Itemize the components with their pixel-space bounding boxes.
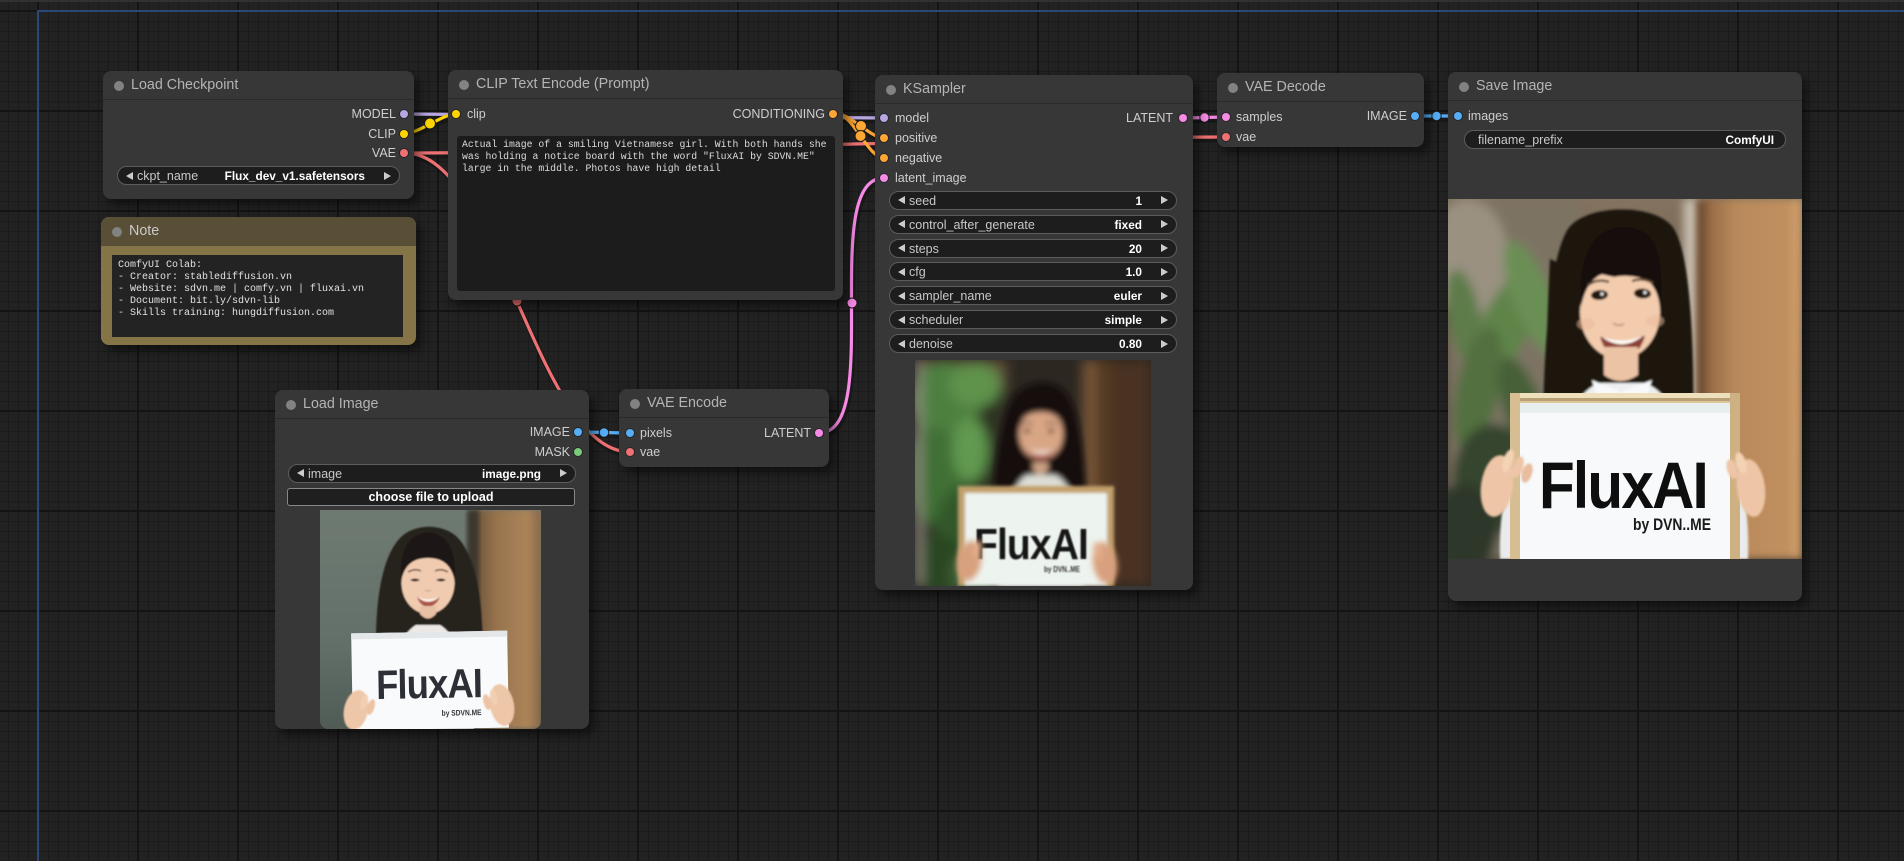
svg-text:by SDVN.ME: by SDVN.ME (442, 708, 483, 718)
svg-text:FluxAI: FluxAI (376, 660, 483, 708)
svg-text:FluxAI: FluxAI (1539, 448, 1707, 522)
svg-text:FluxAI: FluxAI (974, 520, 1088, 569)
svg-text:by DVN..ME: by DVN..ME (1633, 515, 1711, 534)
svg-text:by DVN..ME: by DVN..ME (1044, 565, 1081, 574)
